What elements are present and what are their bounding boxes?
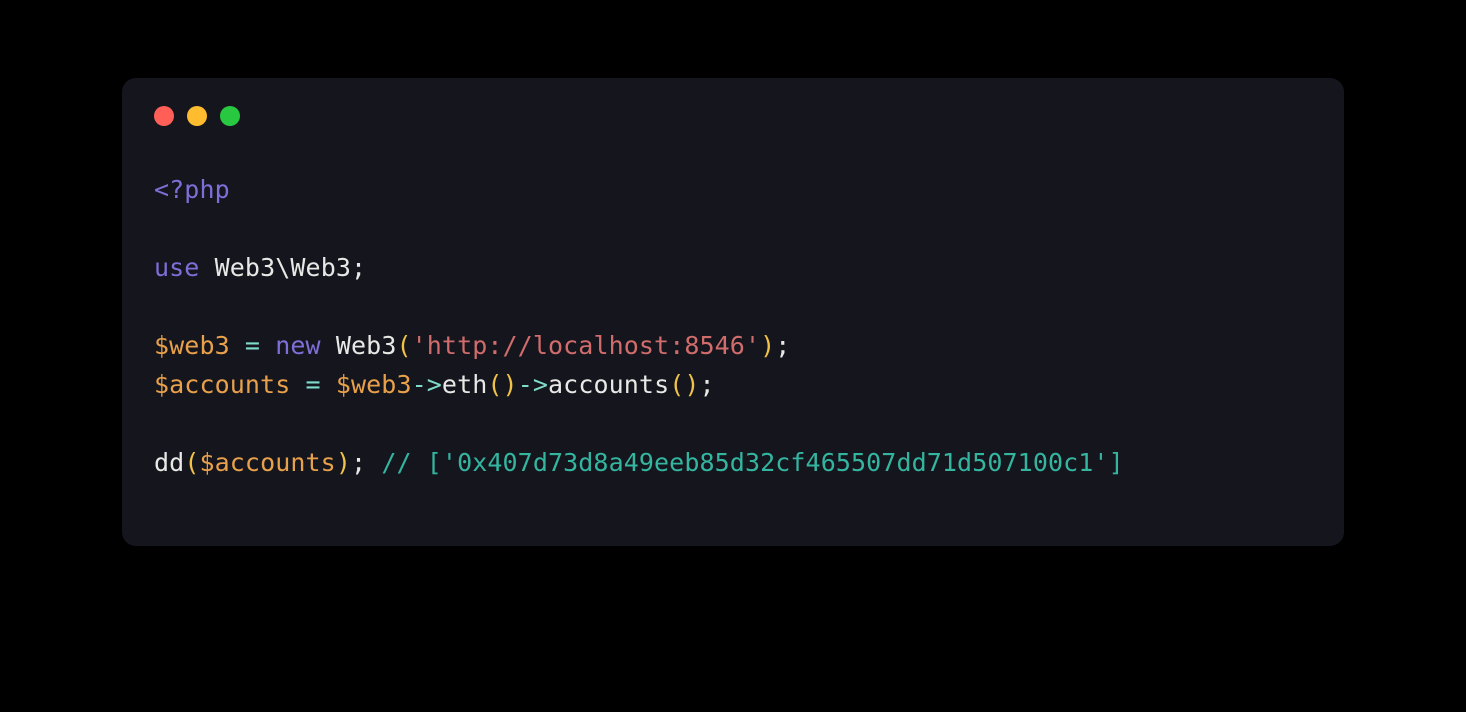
- code-token: $web3: [154, 331, 230, 360]
- code-token: Web3: [336, 331, 397, 360]
- code-token: Web3: [199, 253, 275, 282]
- code-token: \: [275, 253, 290, 282]
- code-token: (): [487, 370, 517, 399]
- code-token: dd: [154, 448, 184, 477]
- code-token: 'http://localhost:8546': [412, 331, 760, 360]
- code-token: Web3: [290, 253, 351, 282]
- code-token: (: [184, 448, 199, 477]
- code-line: dd($accounts); // ['0x407d73d8a49eeb85d3…: [154, 448, 1124, 477]
- code-token: ): [760, 331, 775, 360]
- code-token: (): [669, 370, 699, 399]
- code-token: ;: [775, 331, 790, 360]
- code-token: <?php: [154, 175, 230, 204]
- code-line: $accounts = $web3->eth()->accounts();: [154, 370, 715, 399]
- code-token: ): [336, 448, 351, 477]
- code-token: ;: [351, 448, 366, 477]
- code-token: $web3: [336, 370, 412, 399]
- minimize-icon[interactable]: [187, 106, 207, 126]
- code-token: [230, 331, 245, 360]
- code-token: // ['0x407d73d8a49eeb85d32cf465507dd71d5…: [381, 448, 1123, 477]
- code-token: [321, 331, 336, 360]
- code-token: [366, 448, 381, 477]
- code-window: <?php use Web3\Web3; $web3 = new Web3('h…: [122, 78, 1344, 546]
- code-line: <?php: [154, 175, 230, 204]
- code-token: accounts: [548, 370, 669, 399]
- code-token: new: [275, 331, 320, 360]
- code-token: [260, 331, 275, 360]
- code-token: ->: [412, 370, 442, 399]
- code-token: $accounts: [154, 370, 290, 399]
- code-token: ->: [518, 370, 548, 399]
- code-token: ;: [351, 253, 366, 282]
- code-token: $accounts: [199, 448, 335, 477]
- code-line: use Web3\Web3;: [154, 253, 366, 282]
- code-block: <?php use Web3\Web3; $web3 = new Web3('h…: [122, 126, 1344, 546]
- code-token: =: [306, 370, 321, 399]
- maximize-icon[interactable]: [220, 106, 240, 126]
- code-token: =: [245, 331, 260, 360]
- code-token: eth: [442, 370, 487, 399]
- close-icon[interactable]: [154, 106, 174, 126]
- code-token: [290, 370, 305, 399]
- code-token: use: [154, 253, 199, 282]
- window-titlebar: [122, 78, 1344, 126]
- code-token: [321, 370, 336, 399]
- code-token: ;: [700, 370, 715, 399]
- code-token: (: [396, 331, 411, 360]
- code-line: $web3 = new Web3('http://localhost:8546'…: [154, 331, 790, 360]
